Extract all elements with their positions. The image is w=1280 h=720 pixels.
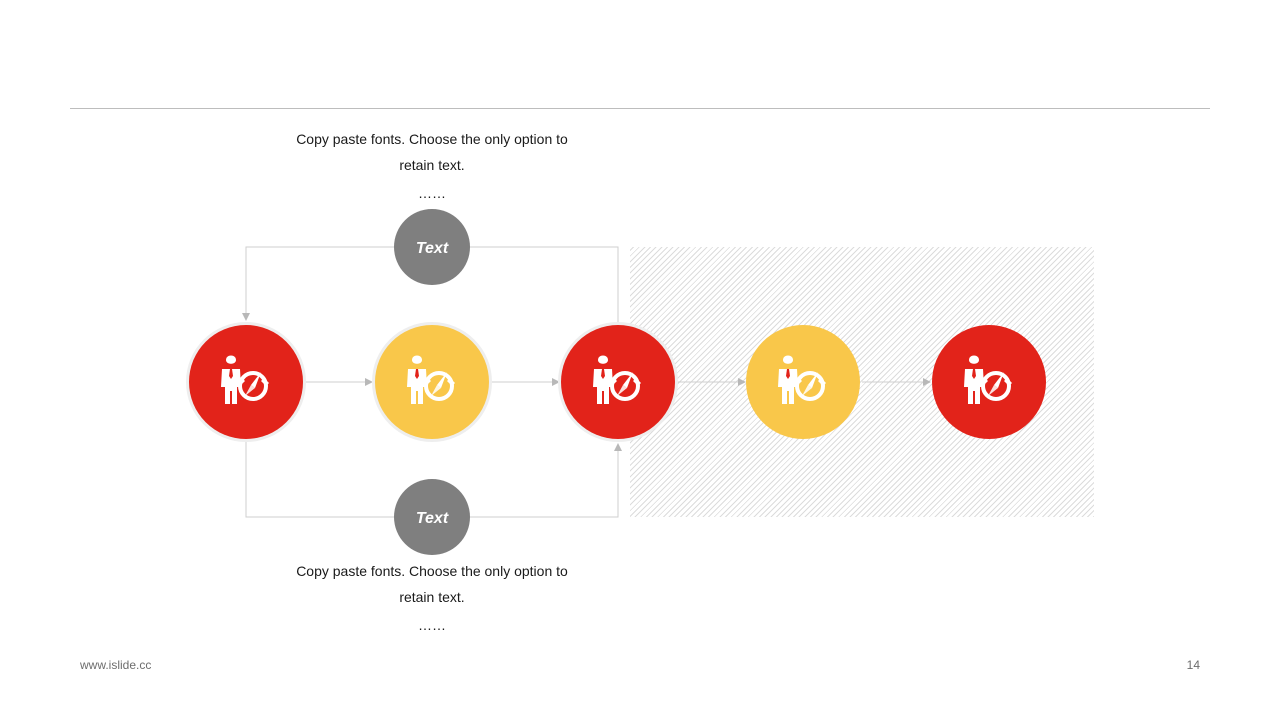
- bottom-caption-line1: Copy paste fonts. Choose the only option…: [296, 563, 568, 579]
- step-node-1: [186, 322, 306, 442]
- step-node-4: [746, 325, 860, 439]
- top-text-node-label: Text: [416, 240, 449, 257]
- page-number: 14: [1186, 658, 1200, 672]
- footer-url: www.islide.cc: [80, 658, 152, 672]
- bottom-caption-ellipsis: ……: [418, 617, 446, 633]
- bottom-text-node-label: Text: [416, 510, 449, 527]
- bottom-caption: Copy paste fonts. Choose the only option…: [262, 558, 602, 640]
- process-flow-diagram: Text Text: [186, 209, 1046, 555]
- bottom-caption-line2: retain text.: [399, 589, 465, 605]
- step-node-2: [372, 322, 492, 442]
- bottom-text-node: Text: [394, 479, 470, 555]
- step-node-5: [932, 325, 1046, 439]
- step-node-3: [558, 322, 678, 442]
- top-text-node: Text: [394, 209, 470, 285]
